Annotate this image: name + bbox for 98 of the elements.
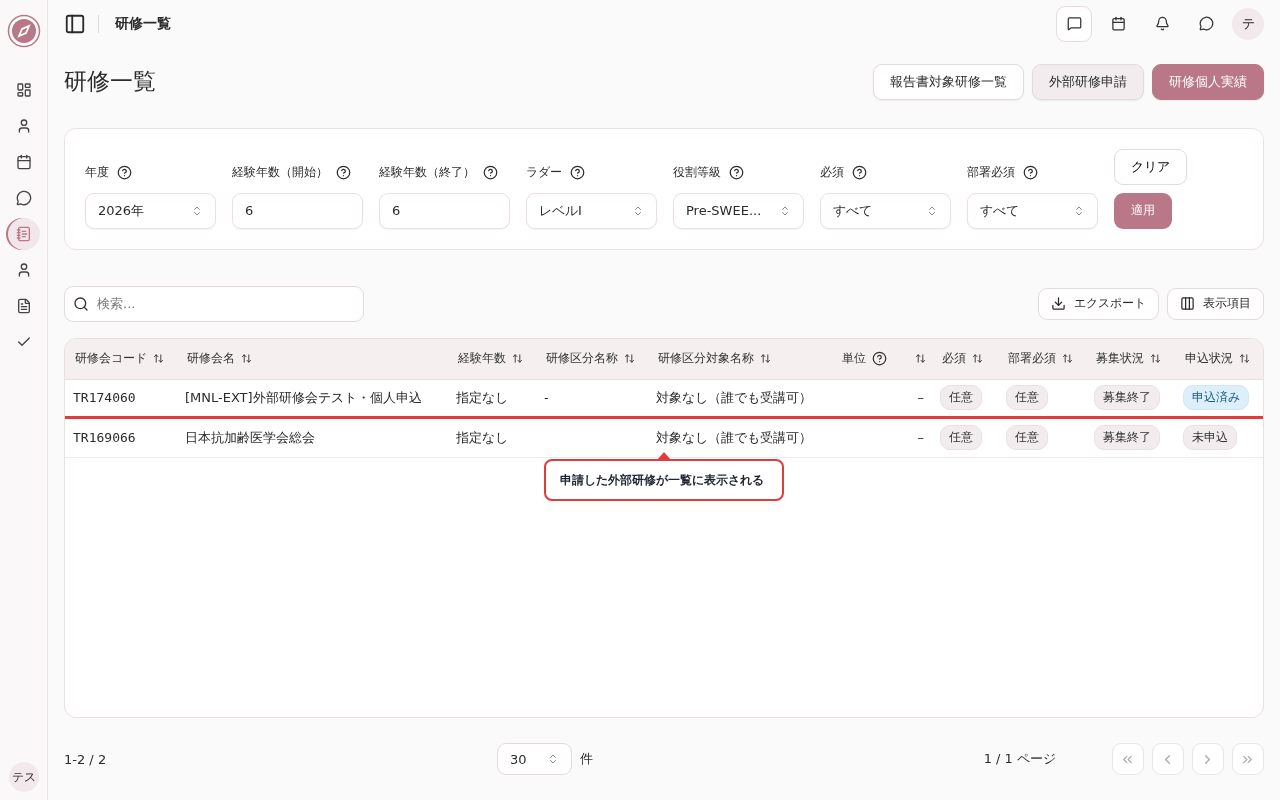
column-header[interactable]: 研修区分対象名称 (658, 350, 754, 368)
required-tag: 任意 (940, 425, 982, 451)
table-cell: – (917, 430, 924, 446)
table-cell: - (544, 390, 549, 406)
sort-icon[interactable] (512, 353, 523, 365)
table-cell: – (917, 390, 924, 406)
header-title: 研修一覧 (98, 14, 171, 33)
clear-button[interactable]: クリア (1114, 148, 1187, 185)
recruit-status-tag: 募集終了 (1094, 385, 1160, 411)
sort-icon[interactable] (153, 353, 164, 365)
help-icon[interactable] (729, 165, 744, 181)
message-icon (1066, 16, 1082, 32)
page-title: 研修一覧 (64, 67, 156, 97)
calendar-icon (15, 154, 32, 170)
updown-icon (926, 204, 938, 217)
annotation-callout: 申請した外部研修が一覧に表示される (544, 458, 784, 501)
action-button[interactable]: 報告書対象研修一覧 (873, 63, 1024, 100)
dept-required-tag: 任意 (1006, 425, 1048, 451)
sidebar-toggle-icon[interactable] (64, 12, 86, 35)
filter-label: 年度 (85, 164, 109, 182)
updown-icon (191, 204, 203, 217)
column-header[interactable]: 研修会コード (75, 350, 147, 368)
sort-icon[interactable] (760, 353, 771, 365)
header-button[interactable] (1056, 5, 1092, 42)
help-icon[interactable] (570, 165, 585, 181)
column-header[interactable]: 部署必須 (1008, 350, 1056, 368)
select-field[interactable]: レベルI (526, 192, 657, 229)
updown-icon (1073, 204, 1085, 217)
sort-icon[interactable] (1062, 353, 1073, 365)
table-cell: 対象なし（誰でも受講可） (656, 389, 812, 405)
column-header[interactable]: 研修会名 (187, 350, 235, 368)
action-button[interactable]: 外部研修申請 (1032, 63, 1144, 100)
column-header[interactable]: 募集状況 (1096, 350, 1144, 368)
select-field[interactable]: 2026年 (85, 192, 216, 229)
user-avatar[interactable]: テス (8, 762, 39, 792)
recruit-status-tag: 募集終了 (1094, 425, 1160, 451)
table-cell: TR169066 (73, 430, 136, 446)
updown-icon (632, 204, 644, 217)
apply-status-tag: 未申込 (1183, 425, 1237, 451)
chat-icon (1198, 16, 1214, 32)
updown-icon (779, 204, 791, 217)
table-row[interactable]: TR169066 日本抗加齢医学会総会 指定なし 対象なし（誰でも受講可） – 任意 任意 募集終了 未申込 (65, 418, 1263, 458)
dashboard-icon (15, 82, 32, 98)
filter-label: 経験年数（開始） (232, 164, 328, 182)
sort-icon[interactable] (241, 353, 252, 365)
select-field[interactable]: すべて (967, 192, 1098, 229)
sort-icon[interactable] (972, 353, 983, 365)
chat-icon (15, 190, 32, 206)
sort-icon[interactable] (915, 353, 926, 365)
compass-logo (6, 14, 41, 48)
column-header[interactable]: 経験年数 (458, 350, 506, 368)
export-button[interactable]: エクスポート (1038, 287, 1159, 320)
filter-label: ラダー (526, 164, 562, 182)
table-cell: [MNL-EXT]外部研修会テスト・個人申込 (185, 389, 422, 405)
document-icon (15, 298, 32, 314)
table-row[interactable]: TR174060 [MNL-EXT]外部研修会テスト・個人申込 指定なし - 対象なし（誰でも受講可） – 任意 任意 募集終了 申込済み (65, 379, 1263, 419)
dept-required-tag: 任意 (1006, 385, 1048, 411)
filter-label: 部署必須 (967, 164, 1015, 182)
table-cell: 日本抗加齢医学会総会 (185, 429, 315, 445)
required-tag: 任意 (940, 385, 982, 411)
columns-icon (1180, 296, 1195, 312)
columns-button[interactable]: 表示項目 (1167, 287, 1264, 320)
help-icon[interactable] (1023, 165, 1038, 181)
column-header[interactable]: 必須 (942, 350, 966, 368)
bell-icon (1154, 16, 1170, 32)
page-size-unit: 件 (579, 750, 593, 769)
search-icon (73, 295, 89, 312)
column-header[interactable]: 単位 (842, 350, 866, 368)
notebook-icon (15, 226, 32, 242)
input-field[interactable]: 6 (379, 192, 510, 229)
help-icon[interactable] (872, 351, 887, 367)
download-icon (1051, 296, 1066, 312)
help-icon[interactable] (117, 165, 132, 181)
input-field[interactable]: 6 (232, 192, 363, 229)
page-indicator: 1 / 1 ページ (983, 750, 1056, 769)
search-field[interactable]: 検索... (64, 285, 364, 322)
filter-label: 経験年数（終了） (379, 164, 475, 182)
filter-label: 必須 (820, 164, 844, 182)
select-field[interactable]: すべて (820, 192, 951, 229)
sort-icon[interactable] (1150, 353, 1161, 365)
table-cell: 対象なし（誰でも受講可） (656, 429, 812, 445)
help-icon[interactable] (336, 165, 351, 181)
table-cell: 指定なし (456, 429, 508, 445)
page-size-select[interactable]: 30 (496, 743, 572, 776)
column-header[interactable]: 研修区分名称 (546, 350, 618, 368)
select-field[interactable]: Pre-SWEE... (673, 192, 804, 229)
row-range: 1-2 / 2 (64, 751, 107, 767)
user-avatar[interactable]: テ (1232, 7, 1264, 40)
table-cell: TR174060 (73, 390, 136, 406)
sort-icon[interactable] (1239, 353, 1250, 365)
sort-icon[interactable] (624, 353, 635, 365)
apply-status-tag: 申込済み (1183, 385, 1249, 411)
calendar-icon (1110, 16, 1126, 32)
help-icon[interactable] (483, 165, 498, 181)
filter-label: 役割等級 (673, 164, 721, 182)
help-icon[interactable] (852, 165, 867, 181)
column-header[interactable]: 申込状況 (1185, 350, 1233, 368)
table-cell: 指定なし (456, 389, 508, 405)
